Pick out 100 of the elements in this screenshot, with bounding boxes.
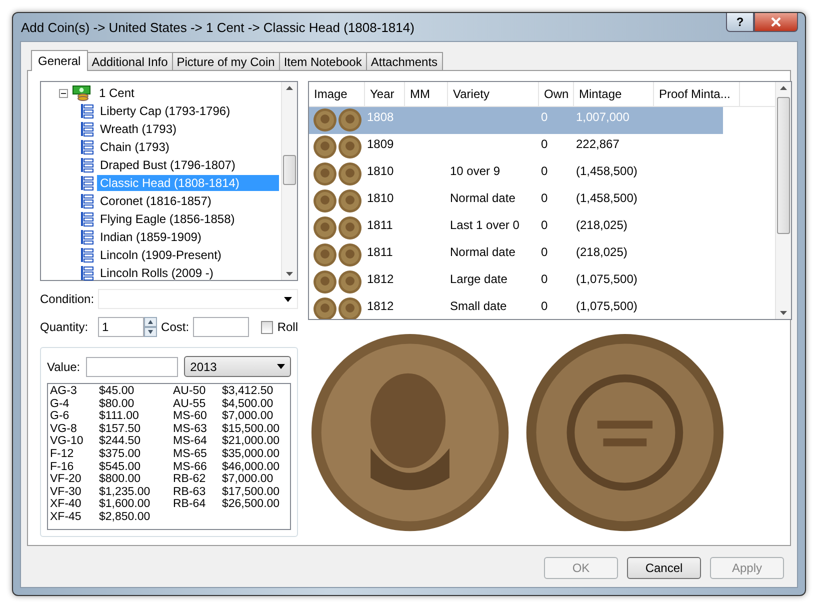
roll-checkbox[interactable] xyxy=(261,320,274,334)
table-cell-text: 1812 xyxy=(366,271,395,288)
table-row[interactable]: 1812 Small date 0 (1,075,500) xyxy=(309,296,775,319)
close-icon xyxy=(771,17,781,27)
column-header[interactable]: Year xyxy=(365,82,405,106)
roll-label: Roll xyxy=(277,320,298,334)
table-cell-text: 0 xyxy=(540,190,549,207)
table-cell-text: Small date xyxy=(449,298,508,315)
grade-text: G-6 xyxy=(50,410,70,423)
tab[interactable]: Item Notebook xyxy=(278,52,367,70)
tab[interactable]: Picture of my Coin xyxy=(172,52,280,70)
table-cell-text: 1808 xyxy=(366,109,395,126)
table-cell-text: (218,025) xyxy=(575,244,628,261)
tree-item[interactable]: Flying Eagle (1856-1858) xyxy=(97,211,238,227)
table-row[interactable]: 1812 Large date 0 (1,075,500) xyxy=(309,269,775,296)
grade-text: AG-3 xyxy=(50,385,78,398)
dropdown-arrow-icon xyxy=(277,364,285,369)
price-text: $46,000.00 xyxy=(222,460,280,474)
tree-item[interactable]: Indian (1859-1909) xyxy=(97,229,204,245)
tree-item[interactable]: Draped Bust (1796-1807) xyxy=(97,157,238,173)
tab[interactable]: General xyxy=(31,50,88,71)
table-cell-text: (1,458,500) xyxy=(575,190,638,207)
table-cell-text: Last 1 over 0 xyxy=(449,217,520,234)
tree-item[interactable]: Liberty Cap (1793-1796) xyxy=(97,103,234,119)
column-header[interactable]: Variety xyxy=(448,82,539,106)
grade-text: XF-40 xyxy=(50,498,82,511)
collapse-icon[interactable] xyxy=(59,88,68,98)
list-icon xyxy=(79,175,95,191)
table-cell-text: 0 xyxy=(540,271,549,288)
scrollbar[interactable] xyxy=(775,82,791,319)
column-header[interactable]: Own xyxy=(539,82,574,106)
grade-text: VG-10 xyxy=(50,435,84,448)
scroll-up-icon[interactable] xyxy=(780,86,787,90)
close-button[interactable] xyxy=(754,13,798,32)
grade-text: VG-8 xyxy=(50,422,78,436)
spin-buttons[interactable] xyxy=(144,317,158,337)
column-header[interactable]: Proof Minta... xyxy=(654,82,740,106)
grade-text: AU-55 xyxy=(173,398,207,410)
price-text: $800.00 xyxy=(99,473,141,486)
table-cell-text: 0 xyxy=(540,298,549,315)
list-icon xyxy=(79,103,95,119)
table-cell-text: 222,867 xyxy=(575,136,620,153)
grade-text: MS-65 xyxy=(173,448,208,461)
table-cell-text: 1809 xyxy=(366,136,395,153)
tab[interactable]: Additional Info xyxy=(86,52,173,70)
table-row[interactable]: 1810 10 over 9 0 (1,458,500) xyxy=(309,161,775,188)
column-header[interactable]: MM xyxy=(405,82,448,106)
grade-text: G-4 xyxy=(50,398,70,410)
tree-item[interactable]: Lincoln (1909-Present) xyxy=(97,247,224,263)
list-icon xyxy=(79,157,95,173)
grade-text: VF-20 xyxy=(50,473,82,486)
table-cell-text: 0 xyxy=(540,217,549,234)
scroll-thumb[interactable] xyxy=(283,155,296,185)
price-text: $375.00 xyxy=(99,448,141,461)
grade-text: AU-50 xyxy=(173,385,207,398)
tab[interactable]: Attachments xyxy=(366,52,443,70)
quantity-field[interactable]: 1 xyxy=(98,317,144,337)
year-dropdown[interactable]: 2013 xyxy=(184,356,291,377)
grade-text: MS-64 xyxy=(173,435,208,448)
scroll-down-icon[interactable] xyxy=(286,272,293,276)
dialog-button[interactable]: Cancel xyxy=(627,557,701,579)
value-label: Value: xyxy=(47,360,80,374)
tree-item[interactable]: Lincoln Rolls (2009 -) xyxy=(97,265,216,281)
scroll-down-icon[interactable] xyxy=(780,311,787,315)
tree-item[interactable]: Chain (1793) xyxy=(97,139,172,155)
list-icon xyxy=(79,211,95,227)
grade-text: XF-45 xyxy=(50,510,82,524)
table-cell-text: 1811 xyxy=(366,244,394,261)
column-header[interactable]: Image xyxy=(309,82,365,106)
window-title: Add Coin(s) -> United States -> 1 Cent -> Classic Head (1808-1814) xyxy=(20,20,414,34)
price-text: $244.50 xyxy=(99,435,141,448)
table-row[interactable]: 1810 Normal date 0 (1,458,500) xyxy=(309,188,775,215)
tree-item[interactable]: Coronet (1816-1857) xyxy=(97,193,214,209)
table-cell-text: Normal date xyxy=(449,244,516,261)
condition-label: Condition: xyxy=(40,292,94,306)
grade-text: RB-63 xyxy=(173,486,207,498)
list-icon xyxy=(79,121,95,137)
table-cell-text: 10 over 9 xyxy=(449,163,502,180)
price-text: $21,000.00 xyxy=(222,435,280,448)
scrollbar[interactable] xyxy=(281,82,297,280)
help-button[interactable]: ? xyxy=(726,13,754,32)
table-cell-text: 0 xyxy=(540,244,549,261)
tree-item[interactable]: Wreath (1793) xyxy=(97,121,180,137)
table-row[interactable]: 1811 Last 1 over 0 0 (218,025) xyxy=(309,215,775,242)
scroll-up-icon[interactable] xyxy=(286,86,293,90)
price-text: $7,000.00 xyxy=(222,410,274,423)
scroll-thumb[interactable] xyxy=(777,97,790,234)
table-cell-text: 0 xyxy=(540,136,549,153)
column-header[interactable]: Mintage xyxy=(574,82,654,106)
table-row[interactable]: 1809 0 222,867 xyxy=(309,134,775,161)
table-cell-text: 1810 xyxy=(366,190,395,207)
cost-field[interactable] xyxy=(193,317,250,337)
cost-label: Cost: xyxy=(161,320,190,334)
price-text: $3,412.50 xyxy=(222,385,274,398)
value-field[interactable] xyxy=(86,356,178,376)
tree-item[interactable]: 1 Cent xyxy=(96,85,138,101)
table-cell-text: 0 xyxy=(540,109,549,126)
quantity-label: Quantity: xyxy=(40,320,88,334)
price-text: $26,500.00 xyxy=(222,498,280,511)
table-row[interactable]: 1811 Normal date 0 (218,025) xyxy=(309,242,775,269)
